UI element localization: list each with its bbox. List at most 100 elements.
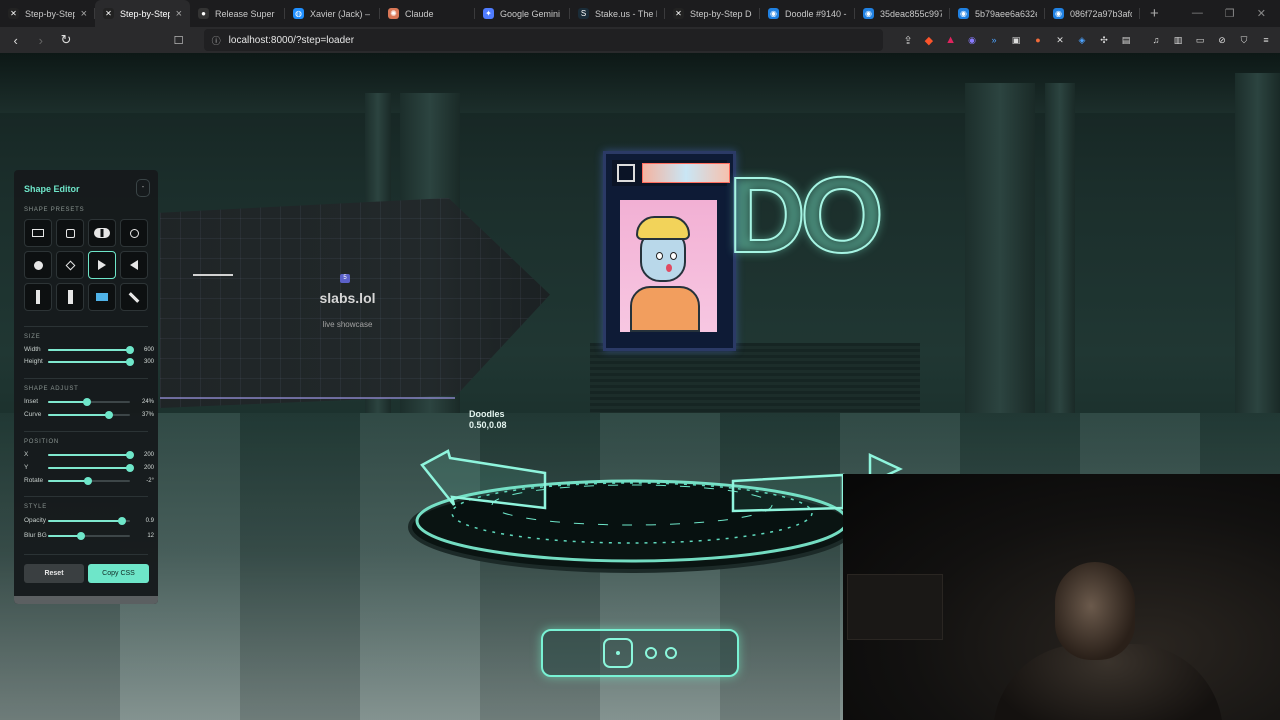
panel-scrollbar[interactable] bbox=[14, 596, 158, 604]
close-tab-icon[interactable]: × bbox=[176, 8, 182, 20]
extension-icon[interactable]: ▤ bbox=[1120, 34, 1132, 46]
curve-value: 37% bbox=[141, 412, 154, 418]
media-icon[interactable]: ♫ bbox=[1150, 34, 1162, 46]
height-slider-fill bbox=[48, 361, 130, 363]
preset-button[interactable] bbox=[24, 219, 52, 247]
height-slider-knob[interactable] bbox=[126, 358, 134, 366]
browser-tab[interactable]: ✦ Google Gemini bbox=[475, 0, 570, 27]
width-label: Width bbox=[24, 346, 41, 353]
vpn-icon[interactable]: ⊘ bbox=[1216, 34, 1228, 46]
browser-tab[interactable]: ✕ Step-by-Step × bbox=[95, 0, 190, 27]
browser-tab[interactable]: ◉ 5b79aee6a632e2 bbox=[950, 0, 1045, 27]
bookmark-icon[interactable]: ☐ bbox=[174, 34, 184, 47]
blur-slider-fill bbox=[48, 535, 81, 537]
slab-title: slabs.lol bbox=[319, 290, 376, 306]
rotate-slider[interactable] bbox=[48, 477, 130, 485]
copy-css-button[interactable]: Copy CSS bbox=[88, 564, 149, 583]
browser-tab[interactable]: S Stake.us - The Le bbox=[570, 0, 665, 27]
close-window-icon[interactable]: ✕ bbox=[1257, 7, 1266, 20]
y-slider-fill bbox=[48, 467, 130, 469]
extension-icon[interactable]: ◉ bbox=[966, 34, 978, 46]
menu-icon[interactable]: ≡ bbox=[1260, 34, 1272, 46]
blur-slider-knob[interactable] bbox=[76, 532, 85, 540]
preset-button[interactable] bbox=[56, 219, 84, 247]
url-field[interactable]: ☐ ⓘ localhost:8000/?step=loader bbox=[174, 29, 884, 51]
preset-button[interactable] bbox=[24, 283, 52, 311]
height-slider[interactable] bbox=[48, 358, 134, 366]
collapse-button[interactable]: - bbox=[136, 179, 150, 197]
opacity-slider[interactable] bbox=[48, 517, 130, 525]
browser-tab[interactable]: ◉ Doodle #9140 - D bbox=[760, 0, 855, 27]
y-slider-knob[interactable] bbox=[126, 464, 134, 472]
curve-slider[interactable] bbox=[48, 411, 130, 419]
width-slider[interactable] bbox=[48, 346, 134, 354]
preset-button[interactable] bbox=[120, 219, 148, 247]
browser-tab[interactable]: ◉ 35deac855c9978 bbox=[855, 0, 950, 27]
browser-tab[interactable]: ✺ Claude bbox=[380, 0, 475, 27]
x-slider[interactable] bbox=[48, 451, 134, 459]
preset-button[interactable] bbox=[88, 219, 116, 247]
y-label: Y bbox=[24, 464, 29, 471]
forward-icon[interactable]: › bbox=[33, 33, 48, 48]
site-info-icon[interactable]: ⓘ bbox=[212, 34, 221, 47]
rotate-slider-fill bbox=[48, 480, 89, 482]
tall-bar-icon bbox=[67, 290, 73, 304]
carousel-dot[interactable] bbox=[645, 647, 657, 659]
browser-tab[interactable]: ◉ 086f72a97b3afdf bbox=[1045, 0, 1140, 27]
url-text: localhost:8000/?step=loader bbox=[228, 34, 355, 46]
close-tab-icon[interactable]: × bbox=[81, 8, 87, 20]
preset-button[interactable] bbox=[56, 251, 84, 279]
new-tab-icon[interactable]: + bbox=[1140, 5, 1169, 22]
x-control: X 200 bbox=[24, 449, 154, 461]
preset-button[interactable] bbox=[120, 283, 148, 311]
extension-icon[interactable]: ◈ bbox=[1076, 34, 1088, 46]
browser-tab[interactable]: ✕ Step-by-Step Dev × bbox=[0, 0, 95, 27]
browser-tab[interactable]: ✕ Step-by-Step Dev bbox=[665, 0, 760, 27]
preset-button[interactable] bbox=[56, 283, 84, 311]
blur-slider[interactable] bbox=[48, 532, 130, 540]
filled-circle-icon bbox=[33, 260, 43, 270]
curve-slider-knob[interactable] bbox=[104, 411, 113, 419]
opacity-slider-knob[interactable] bbox=[117, 517, 126, 525]
extension-icon[interactable]: ✕ bbox=[1054, 34, 1066, 46]
reset-button[interactable]: Reset bbox=[24, 564, 84, 583]
inset-slider-knob[interactable] bbox=[83, 398, 92, 406]
preset-button[interactable] bbox=[88, 283, 116, 311]
inset-slider[interactable] bbox=[48, 398, 130, 406]
nft-frame[interactable] bbox=[603, 151, 736, 351]
rotate-slider-knob[interactable] bbox=[84, 477, 93, 485]
height-control: Height 300 bbox=[24, 356, 154, 368]
y-slider[interactable] bbox=[48, 464, 134, 472]
extension-icon[interactable]: » bbox=[988, 34, 1000, 46]
minimize-icon[interactable]: — bbox=[1192, 7, 1203, 20]
back-icon[interactable]: ‹ bbox=[8, 33, 23, 48]
three-d-scene[interactable]: 5 slabs.lol live showcase DO Doodles 0.5… bbox=[0, 53, 1280, 720]
extension-icon[interactable]: ▣ bbox=[1010, 34, 1022, 46]
shield-icon[interactable]: ⛉ bbox=[1238, 34, 1250, 46]
tab-label: Step-by-Step bbox=[120, 8, 170, 19]
x-slider-knob[interactable] bbox=[126, 451, 134, 459]
preset-button[interactable] bbox=[24, 251, 52, 279]
carousel-control[interactable] bbox=[541, 629, 739, 677]
carousel-dot-active[interactable] bbox=[603, 638, 633, 668]
preset-button[interactable] bbox=[120, 251, 148, 279]
extensions-bar: ◉ » ▣ ● ✕ ◈ ✣ ▤ ♫ ▥ ▭ ⊘ ⛉ ≡ bbox=[966, 34, 1272, 46]
share-icon[interactable]: ⇪ bbox=[903, 34, 912, 47]
extension-icon[interactable]: ● bbox=[1032, 34, 1044, 46]
puzzle-icon[interactable]: ✣ bbox=[1098, 34, 1110, 46]
carousel-dot[interactable] bbox=[665, 647, 677, 659]
browser-tab[interactable]: ● Release Super M bbox=[190, 0, 285, 27]
maximize-icon[interactable]: ❐ bbox=[1225, 7, 1235, 20]
preset-grid bbox=[24, 219, 148, 311]
browser-tab[interactable]: ◍ Xavier (Jack) – kn bbox=[285, 0, 380, 27]
gemini-icon: ✦ bbox=[483, 8, 494, 19]
slab-badge: 5 bbox=[340, 274, 350, 283]
width-slider-knob[interactable] bbox=[126, 346, 134, 354]
y-value: 200 bbox=[143, 465, 154, 471]
sidebar-icon[interactable]: ▥ bbox=[1172, 34, 1184, 46]
reload-icon[interactable]: ↻ bbox=[58, 32, 73, 48]
brave-rewards-icon[interactable]: ▲ bbox=[945, 34, 956, 46]
preset-button[interactable] bbox=[88, 251, 116, 279]
wallet-icon[interactable]: ▭ bbox=[1194, 34, 1206, 46]
brave-shield-icon[interactable]: ◆ bbox=[925, 34, 933, 47]
